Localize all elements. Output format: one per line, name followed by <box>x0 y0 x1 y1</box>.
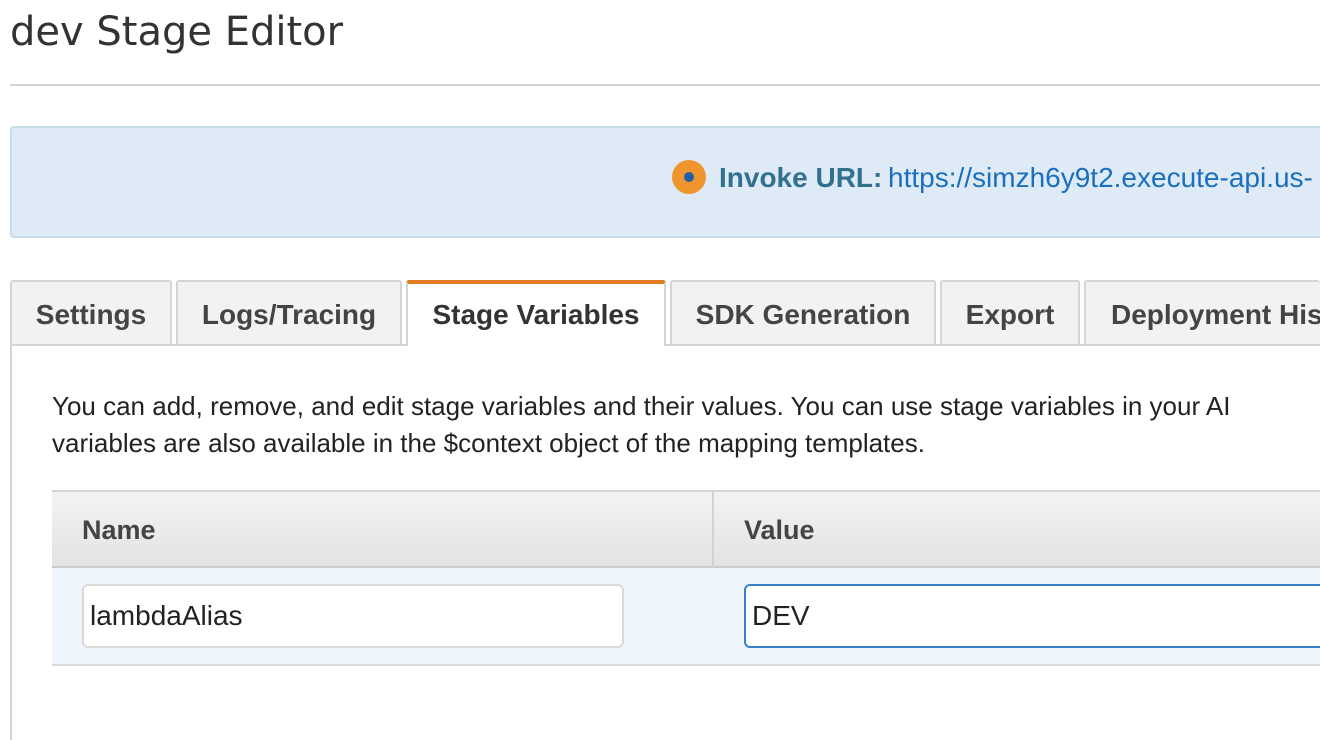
table-header: Name Value <box>52 490 1320 568</box>
table-row <box>52 568 1320 666</box>
tab-logs-tracing[interactable]: Logs/Tracing <box>176 280 402 344</box>
info-dot-icon-center <box>684 172 694 182</box>
title-divider <box>10 84 1320 86</box>
page-title: dev Stage Editor <box>10 9 344 55</box>
info-dot-icon <box>672 160 706 194</box>
column-header-name: Name <box>82 515 156 545</box>
variable-value-input[interactable] <box>744 584 1320 648</box>
description-line-1: You can add, remove, and edit stage vari… <box>52 391 1231 421</box>
tab-stage-variables[interactable]: Stage Variables <box>406 280 666 346</box>
tab-deployment-history[interactable]: Deployment His <box>1084 280 1320 344</box>
column-divider <box>712 492 714 568</box>
tab-sdk-generation[interactable]: SDK Generation <box>670 280 936 344</box>
variable-name-input[interactable] <box>82 584 624 648</box>
stage-variables-description: You can add, remove, and edit stage vari… <box>52 388 1320 462</box>
stage-variables-panel: You can add, remove, and edit stage vari… <box>10 344 1320 740</box>
description-line-2: variables are also available in the $con… <box>52 428 925 458</box>
invoke-url-banner: Invoke URL: https://simzh6y9t2.execute-a… <box>10 126 1320 238</box>
invoke-url-label: Invoke URL: <box>719 162 883 193</box>
stage-variables-table: Name Value <box>52 490 1320 668</box>
column-header-value: Value <box>744 515 815 545</box>
invoke-url-link[interactable]: https://simzh6y9t2.execute-api.us- <box>888 162 1313 194</box>
tab-settings[interactable]: Settings <box>10 280 172 344</box>
tab-export[interactable]: Export <box>940 280 1080 344</box>
stage-editor-page: dev Stage Editor Invoke URL: https://sim… <box>0 0 1320 740</box>
